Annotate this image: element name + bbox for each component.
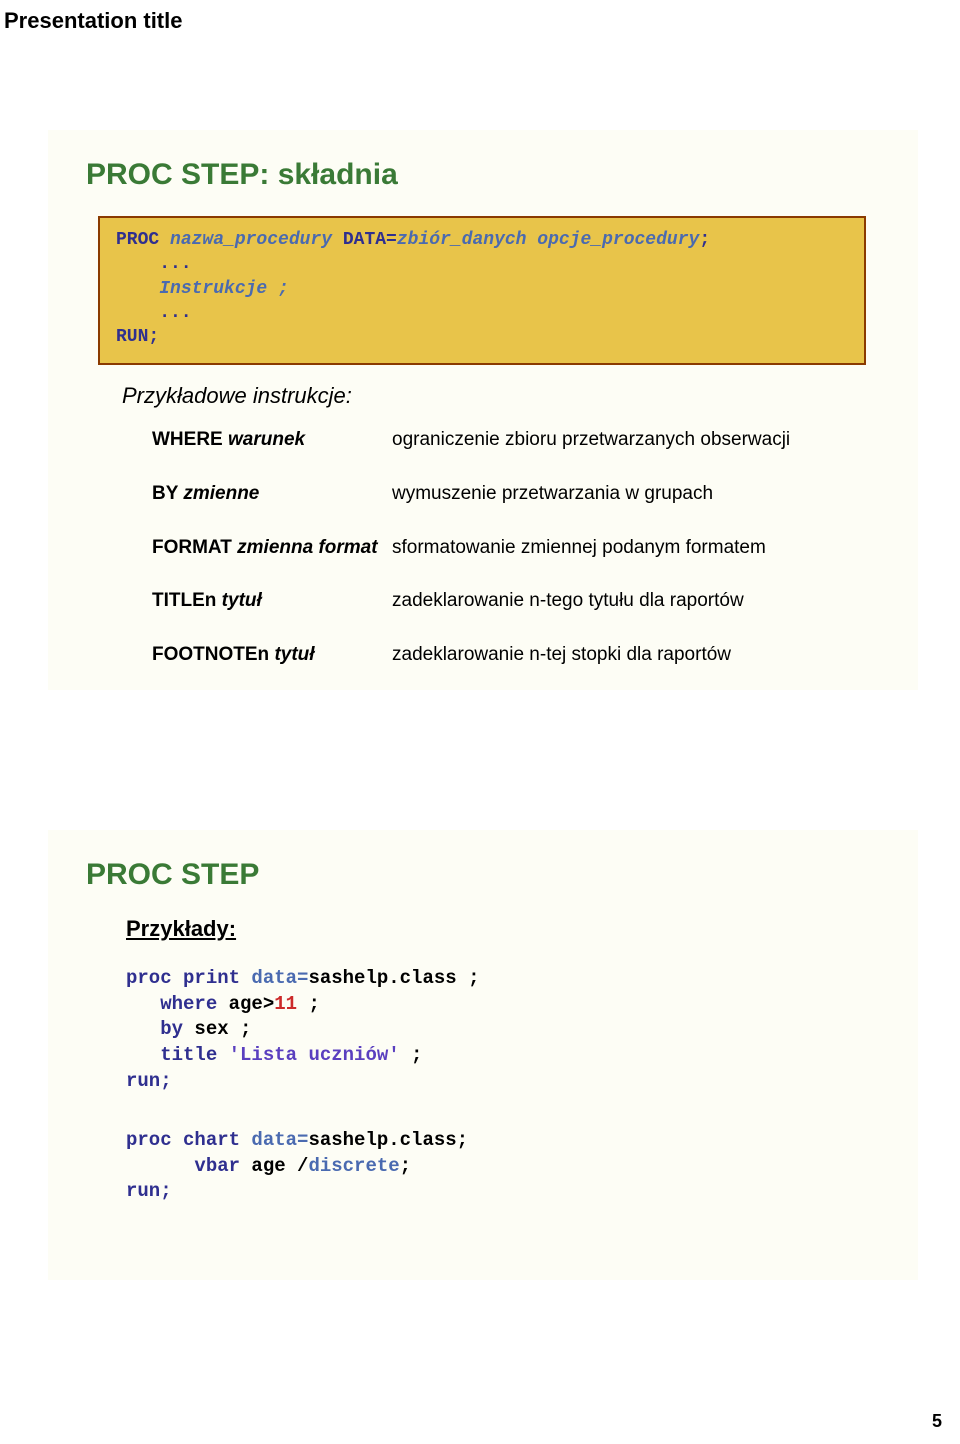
- kw-data: DATA=: [343, 230, 397, 250]
- def-row: WHERE warunek ograniczenie zbioru przetw…: [152, 427, 886, 453]
- definition-list: WHERE warunek ograniczenie zbioru przetw…: [152, 427, 886, 667]
- def-desc: sformatowanie zmiennej podanym formatem: [392, 535, 886, 561]
- code-line: Instrukcje ;: [116, 277, 848, 301]
- def-desc: zadeklarowanie n-tej stopki dla raportów: [392, 642, 886, 668]
- slide-proc-step-syntax: PROC STEP: składnia PROC nazwa_procedury…: [48, 130, 918, 690]
- def-term: WHERE warunek: [152, 427, 392, 453]
- page-number: 5: [932, 1411, 942, 1432]
- def-desc: wymuszenie przetwarzania w grupach: [392, 481, 886, 507]
- presentation-title: Presentation title: [4, 8, 182, 34]
- def-term: TITLEn tytuł: [152, 588, 392, 614]
- examples-subheading: Przykłady:: [126, 916, 886, 942]
- kw-proc: PROC: [116, 230, 170, 250]
- arg-proc-name: nazwa_procedury: [170, 230, 343, 250]
- def-row: FOOTNOTEn tytuł zadeklarowanie n-tej sto…: [152, 642, 886, 668]
- slide1-heading: PROC STEP: składnia: [86, 158, 886, 192]
- def-term: FORMAT zmienna format: [152, 535, 392, 561]
- arg-data: zbiór_danych opcje_procedury: [397, 230, 699, 250]
- dots: ...: [116, 303, 192, 323]
- code-line: RUN;: [116, 325, 848, 349]
- def-term: FOOTNOTEn tytuł: [152, 642, 392, 668]
- semi: ;: [699, 230, 710, 250]
- def-row: BY zmienne wymuszenie przetwarzania w gr…: [152, 481, 886, 507]
- arg-instructions: Instrukcje ;: [159, 279, 289, 299]
- def-row: TITLEn tytuł zadeklarowanie n-tego tytuł…: [152, 588, 886, 614]
- slide1-subheading: Przykładowe instrukcje:: [122, 383, 886, 409]
- def-term: BY zmienne: [152, 481, 392, 507]
- syntax-code-box: PROC nazwa_procedury DATA=zbiór_danych o…: [98, 216, 866, 365]
- dots: ...: [116, 254, 192, 274]
- slide-proc-step-examples: PROC STEP Przykłady: proc print data=sas…: [48, 830, 918, 1280]
- code-line: PROC nazwa_procedury DATA=zbiór_danych o…: [116, 228, 848, 252]
- example-code-2: proc chart data=sashelp.class; vbar age …: [126, 1128, 886, 1205]
- kw-run: RUN;: [116, 327, 159, 347]
- example-code-1: proc print data=sashelp.class ; where ag…: [126, 966, 886, 1094]
- code-line: ...: [116, 252, 848, 276]
- indent: [116, 279, 159, 299]
- def-desc: ograniczenie zbioru przetwarzanych obser…: [392, 427, 886, 453]
- slide2-heading: PROC STEP: [86, 858, 886, 892]
- def-desc: zadeklarowanie n-tego tytułu dla raportó…: [392, 588, 886, 614]
- def-row: FORMAT zmienna format sformatowanie zmie…: [152, 535, 886, 561]
- code-line: ...: [116, 301, 848, 325]
